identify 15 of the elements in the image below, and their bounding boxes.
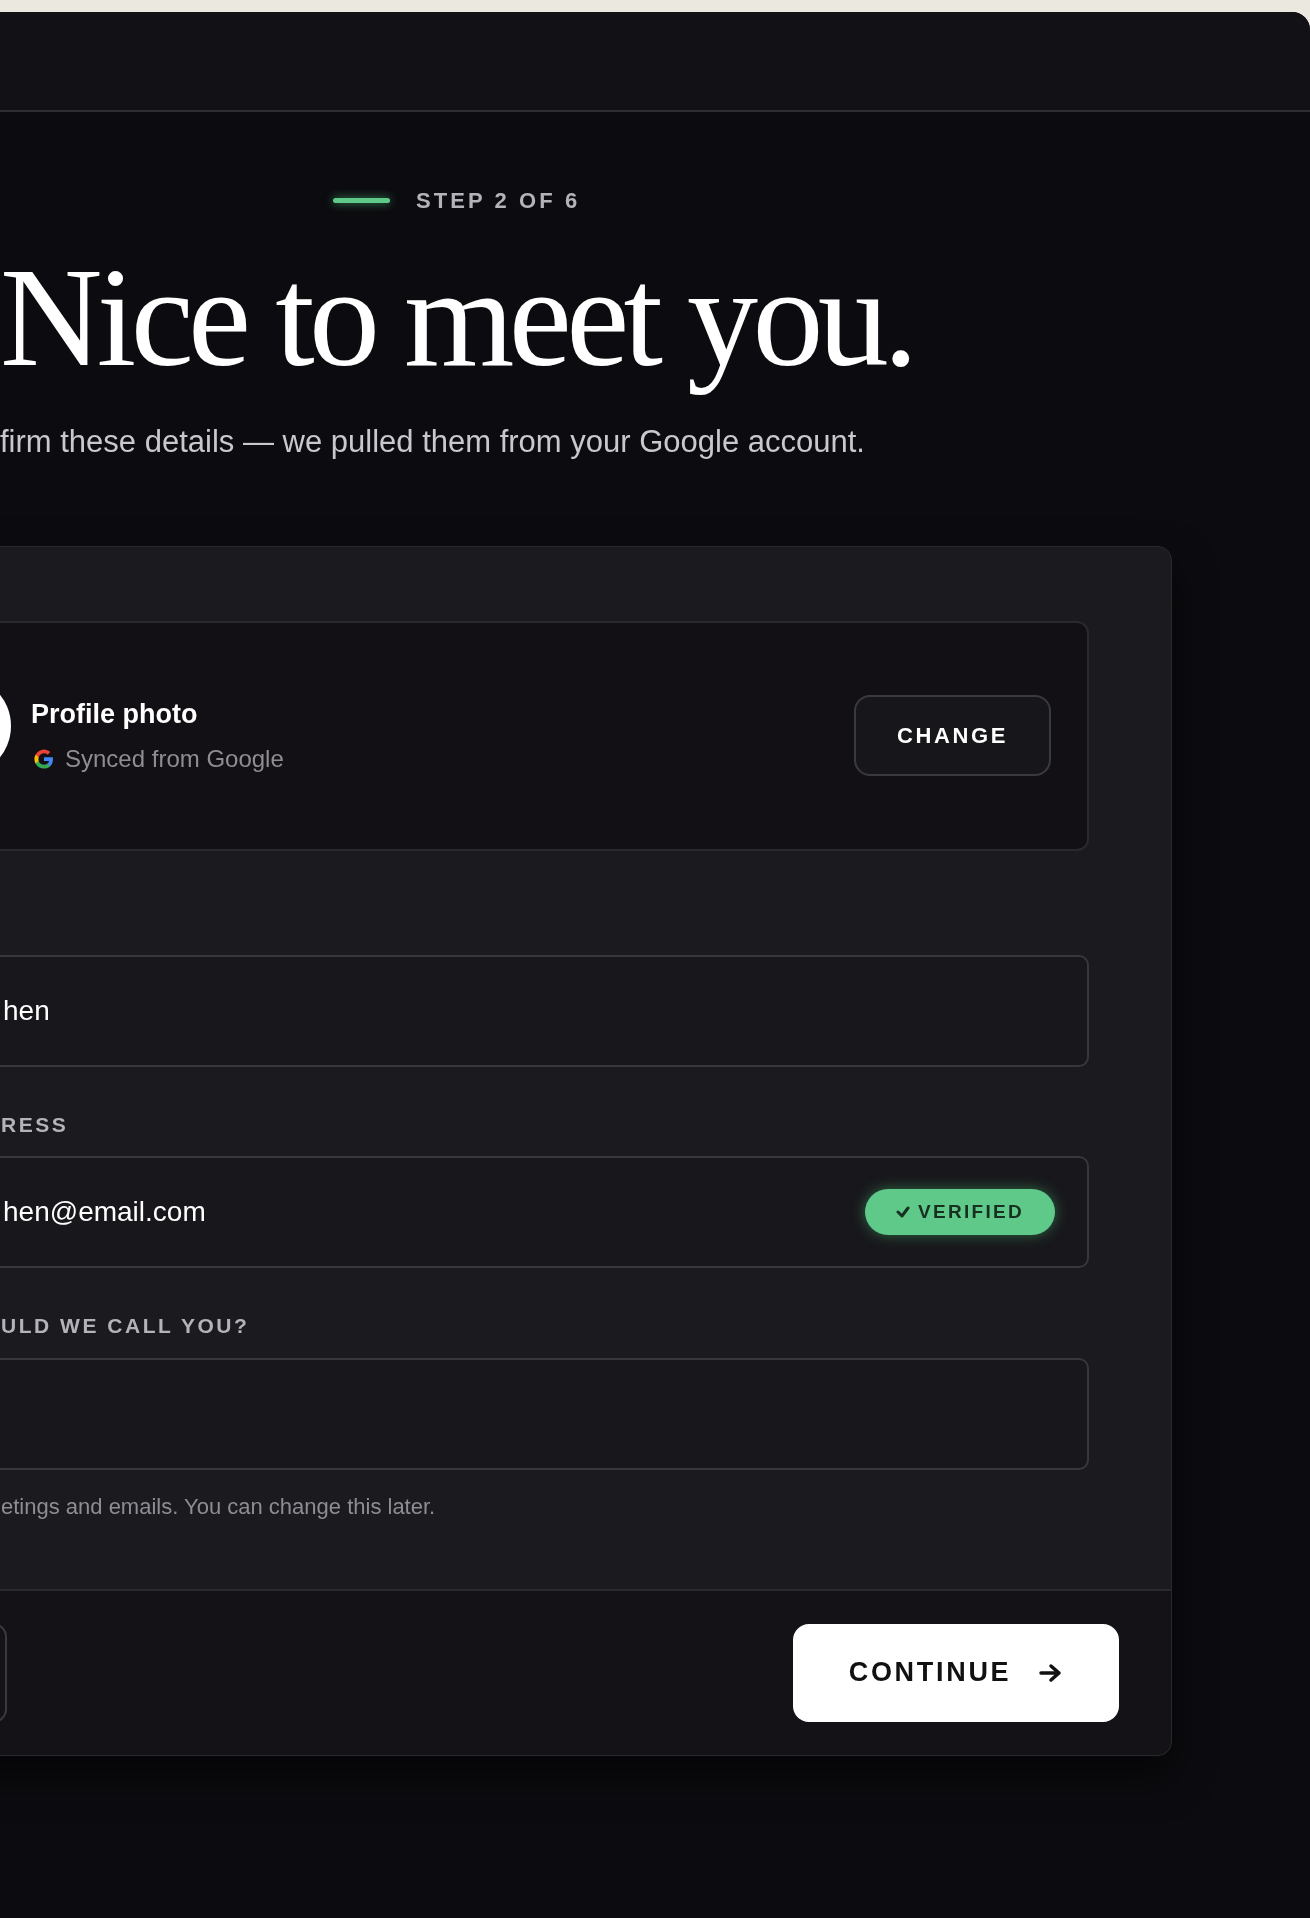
sync-source-text: Synced from Google <box>65 743 284 774</box>
helper-text: etings and emails. You can change this later. <box>1 1492 436 1521</box>
verified-badge: VERIFIED <box>865 1189 1055 1236</box>
field-label: ULD WE CALL YOU? <box>1 1313 250 1340</box>
profile-photo-title: Profile photo <box>31 698 199 732</box>
input-field[interactable] <box>0 1357 1089 1470</box>
step-label: STEP 2 OF 6 <box>416 187 581 215</box>
field-label: RESS <box>1 1111 69 1138</box>
continue-button[interactable]: CONTINUE <box>793 1623 1119 1722</box>
subtitle-text: firm these details — we pulled them from your Google account. <box>0 423 865 462</box>
checkmark-icon <box>896 1206 911 1219</box>
arrow-right-icon <box>1039 1662 1064 1683</box>
page-heading: Nice to meet you. <box>0 239 913 396</box>
input-field[interactable]: hen <box>0 954 1089 1067</box>
change-photo-button[interactable]: CHANGE <box>854 695 1051 777</box>
